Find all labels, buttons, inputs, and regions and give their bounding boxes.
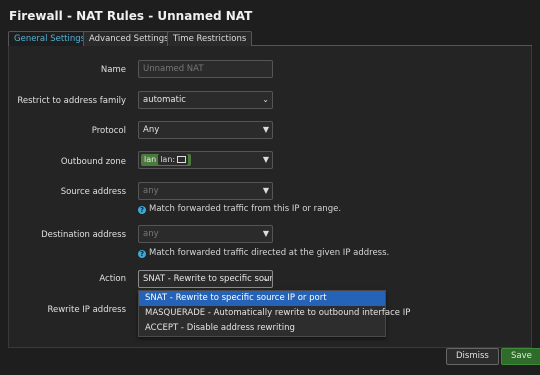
action-select[interactable]: SNAT - Rewrite to specific sourc ⌄ — [138, 270, 273, 288]
protocol-value: Any — [143, 125, 160, 135]
zone-name: lan — [144, 155, 157, 164]
protocol-select[interactable]: Any ▼ — [138, 121, 273, 139]
source-address-select[interactable]: any ▼ — [138, 182, 273, 200]
dismiss-button[interactable]: Dismiss — [446, 348, 499, 365]
destination-address-label: Destination address — [41, 230, 126, 240]
network-icon — [177, 156, 187, 163]
source-address-label: Source address — [60, 187, 126, 197]
page-title: Firewall - NAT Rules - Unnamed NAT — [9, 9, 253, 23]
zone-interface-label: lan: — [160, 155, 176, 164]
action-option-accept[interactable]: ACCEPT - Disable address rewriting — [139, 321, 385, 336]
save-button[interactable]: Save — [501, 348, 540, 365]
help-icon: ? — [138, 206, 146, 214]
tab-general-settings[interactable]: General Settings — [8, 31, 92, 47]
address-family-value: automatic — [143, 95, 186, 105]
action-value: SNAT - Rewrite to specific sourc — [143, 274, 273, 284]
name-placeholder: Unnamed NAT — [143, 64, 204, 74]
chevron-down-icon: ⌄ — [262, 95, 269, 104]
name-label: Name — [100, 65, 126, 75]
source-hint-text: Match forwarded traffic from this IP or … — [149, 204, 342, 214]
destination-address-select[interactable]: any ▼ — [138, 225, 273, 243]
protocol-label: Protocol — [91, 126, 126, 136]
caret-down-icon: ▼ — [262, 186, 269, 195]
address-family-label: Restrict to address family — [17, 96, 126, 106]
tab-time-restrictions[interactable]: Time Restrictions — [167, 31, 253, 46]
destination-hint-text: Match forwarded traffic directed at the … — [149, 248, 390, 258]
action-label: Action — [99, 274, 126, 284]
zone-interface: lan: — [158, 154, 189, 165]
destination-address-hint: ? Match forwarded traffic directed at the… — [138, 248, 389, 258]
action-option-masquerade[interactable]: MASQUERADE - Automatically rewrite to ou… — [139, 306, 410, 321]
outbound-zone-label: Outbound zone — [60, 157, 126, 167]
source-address-value: any — [143, 186, 159, 196]
destination-address-value: any — [143, 229, 159, 239]
action-dropdown-menu: SNAT - Rewrite to specific source IP or … — [138, 290, 410, 337]
caret-down-icon: ▼ — [262, 229, 269, 238]
tab-bar: General Settings Advanced Settings Time … — [8, 31, 532, 47]
tab-advanced-settings[interactable]: Advanced Settings — [83, 31, 175, 46]
outbound-zone-select[interactable]: lan lan: ▼ — [138, 151, 273, 169]
name-input[interactable]: Unnamed NAT — [138, 60, 273, 78]
caret-down-icon: ▼ — [262, 125, 269, 134]
chevron-down-icon: ⌄ — [262, 274, 269, 283]
zone-badge: lan lan: — [141, 154, 192, 166]
address-family-select[interactable]: automatic ⌄ — [138, 91, 273, 109]
rewrite-ip-label: Rewrite IP address — [47, 305, 126, 315]
source-address-hint: ? Match forwarded traffic from this IP or… — [138, 204, 341, 214]
caret-down-icon: ▼ — [262, 155, 269, 164]
action-option-snat[interactable]: SNAT - Rewrite to specific source IP or … — [139, 291, 385, 306]
help-icon: ? — [138, 250, 146, 258]
